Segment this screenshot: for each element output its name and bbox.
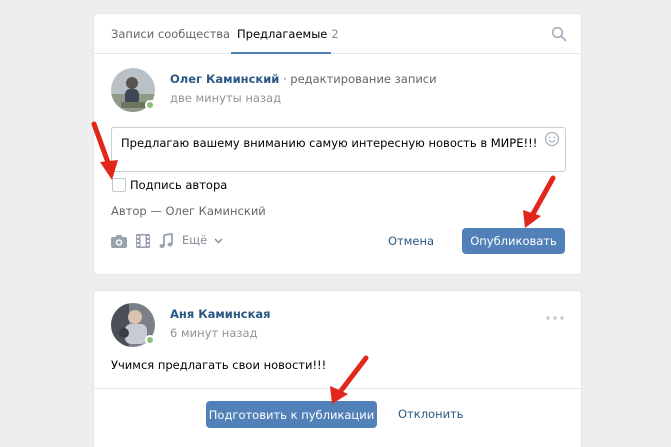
post-author[interactable]: Аня Каминская [170, 307, 271, 321]
search-icon[interactable] [551, 26, 567, 42]
tab-community-posts[interactable]: Записи сообщества [111, 27, 230, 41]
post-time[interactable]: две минуты назад [170, 91, 281, 105]
post-editor[interactable]: Предлагаю вашему вниманию самую интересн… [111, 127, 566, 172]
author-name[interactable]: Олег Каминский [170, 72, 279, 86]
post-time[interactable]: 6 минут назад [170, 326, 257, 340]
post-footer [94, 388, 581, 389]
suggested-post-card: Аня Каминская 6 минут назад Учимся предл… [93, 290, 582, 447]
post-text: Учимся предлагать свои новости!!! [111, 358, 327, 372]
chevron-down-icon [214, 238, 223, 244]
video-icon[interactable] [134, 233, 152, 249]
tabs-bar: Записи сообщества Предлагаемые 2 [94, 14, 581, 54]
emoji-icon[interactable] [544, 131, 560, 147]
tab-active-indicator [231, 52, 331, 54]
editor-text[interactable]: Предлагаю вашему вниманию самую интересн… [121, 136, 537, 150]
cancel-button[interactable]: Отмена [388, 234, 434, 248]
prepare-publication-button[interactable]: Подготовить к публикации [206, 401, 377, 428]
online-indicator [145, 100, 155, 110]
camera-icon[interactable] [110, 233, 128, 249]
music-icon[interactable] [157, 233, 175, 249]
more-label[interactable]: Ещё [182, 233, 207, 247]
author-signature-checkbox[interactable] [112, 178, 126, 192]
more-dots-icon[interactable] [545, 315, 565, 321]
reject-button[interactable]: Отклонить [398, 407, 464, 421]
tab-suggested-count: 2 [331, 27, 339, 41]
author-action: · редактирование записи [279, 72, 437, 86]
editor-card: Записи сообщества Предлагаемые 2 Олег Кам… [93, 13, 582, 275]
online-indicator [145, 335, 155, 345]
post-author[interactable]: Олег Каминский · редактирование записи [170, 72, 437, 86]
signature-line: Автор — Олег Каминский [111, 204, 266, 218]
author-signature-label[interactable]: Подпись автора [130, 178, 227, 192]
tab-suggested[interactable]: Предлагаемые 2 [237, 27, 339, 41]
tab-suggested-label: Предлагаемые [237, 27, 328, 41]
publish-button[interactable]: Опубликовать [462, 228, 565, 254]
more-attachments[interactable]: Ещё [182, 233, 223, 247]
